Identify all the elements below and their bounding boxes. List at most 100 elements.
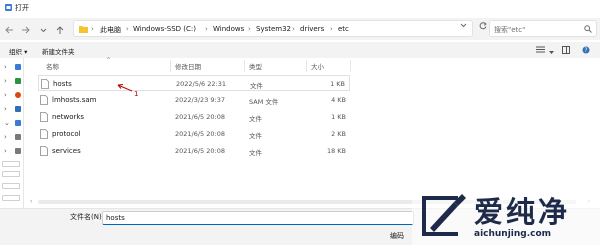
breadcrumb-windows[interactable]: Windows <box>213 25 244 33</box>
address-dropdown-chevron-icon[interactable] <box>460 22 467 30</box>
title-bar: 打开 <box>0 0 600 16</box>
breadcrumb-drivers[interactable]: drivers <box>300 25 324 33</box>
column-divider[interactable] <box>306 60 307 72</box>
nav-expand-chevron-icon[interactable]: › <box>4 105 7 113</box>
file-modified: 2021/6/5 20:08 <box>175 113 225 121</box>
file-icon <box>40 129 48 141</box>
file-row-services[interactable]: services 2021/6/5 20:08 文件 18 KB <box>38 143 350 159</box>
nav-expand-chevron-icon[interactable]: › <box>4 63 7 71</box>
recent-locations-chevron-icon[interactable] <box>37 24 49 36</box>
file-size: 1 KB <box>330 80 345 88</box>
file-icon <box>40 112 48 124</box>
nav-scroll-arrow[interactable] <box>2 171 20 177</box>
file-size: 1 KB <box>331 113 346 121</box>
file-icon <box>40 95 48 107</box>
file-modified: 2022/5/6 22:31 <box>176 80 226 88</box>
file-icon <box>41 79 49 91</box>
file-size: 4 KB <box>331 96 346 104</box>
nav-expand-chevron-icon[interactable]: › <box>4 147 7 155</box>
nav-item-icon[interactable] <box>15 120 21 126</box>
nav-item-icon[interactable] <box>15 148 21 154</box>
column-divider[interactable] <box>350 60 351 72</box>
watermark-logo-icon <box>422 194 466 236</box>
help-icon[interactable]: ? <box>582 46 590 56</box>
file-name: lmhosts.sam <box>52 96 97 104</box>
file-type: 文件 <box>250 82 263 90</box>
app-icon <box>5 4 12 13</box>
breadcrumb-separator: › <box>91 25 94 33</box>
file-name: services <box>52 147 81 155</box>
up-arrow-icon[interactable] <box>54 24 66 36</box>
nav-item-icon[interactable] <box>15 78 21 84</box>
sort-ascending-icon: ^ <box>106 57 112 64</box>
column-header-name[interactable]: 名称 <box>46 61 59 71</box>
address-bar[interactable]: › 此电脑 › Windows-SSD (C:) › Windows › Sys… <box>73 20 473 37</box>
navigation-pane: › › › › ⌄ › › <box>0 58 24 208</box>
nav-scroll-arrow[interactable] <box>2 161 20 167</box>
file-name: hosts <box>53 80 72 88</box>
file-row-networks[interactable]: networks 2021/6/5 20:08 文件 1 KB <box>38 109 350 125</box>
filename-label: 文件名(N): <box>70 213 105 221</box>
file-icon <box>40 146 48 158</box>
file-type: 文件 <box>249 132 262 140</box>
breadcrumb-separator: › <box>248 25 251 33</box>
breadcrumb-system32[interactable]: System32 <box>256 25 291 33</box>
nav-expand-chevron-icon[interactable]: › <box>4 91 7 99</box>
nav-item-icon[interactable] <box>15 92 21 98</box>
nav-expand-chevron-icon[interactable]: › <box>4 133 7 141</box>
filename-input[interactable]: hosts <box>102 211 414 225</box>
breadcrumb-this-pc[interactable]: 此电脑 <box>100 25 121 35</box>
window-title: 打开 <box>15 4 29 12</box>
file-type: 文件 <box>249 115 262 123</box>
column-header-size[interactable]: 大小 <box>311 61 324 71</box>
encoding-label: 编码 <box>390 232 404 240</box>
column-divider[interactable] <box>170 60 171 72</box>
navigation-bar: › 此电脑 › Windows-SSD (C:) › Windows › Sys… <box>0 18 600 40</box>
search-icon[interactable] <box>584 25 592 35</box>
command-bar: 组织 ▾ 新建文件夹 ? <box>0 42 600 58</box>
file-name: networks <box>52 113 85 121</box>
breadcrumb-separator: › <box>126 25 129 33</box>
nav-item-icon[interactable] <box>15 64 21 70</box>
file-size: 2 KB <box>331 130 346 138</box>
file-name: protocol <box>52 130 81 138</box>
breadcrumb-drive[interactable]: Windows-SSD (C:) <box>133 25 196 33</box>
file-row-hosts[interactable]: hosts 2022/5/6 22:31 文件 1 KB <box>38 75 350 91</box>
refresh-icon[interactable] <box>479 22 487 32</box>
nav-scroll-arrow[interactable] <box>2 183 20 189</box>
svg-text:?: ? <box>584 47 587 54</box>
file-row-protocol[interactable]: protocol 2021/6/5 20:08 文件 2 KB <box>38 126 350 142</box>
nav-item-icon[interactable] <box>15 134 21 140</box>
annotation-marker: 1 <box>134 90 139 98</box>
file-row-lmhosts[interactable]: lmhosts.sam 2022/3/23 9:37 SAM 文件 4 KB <box>38 92 350 108</box>
search-placeholder: 搜索"etc" <box>494 26 526 34</box>
preview-pane-icon[interactable] <box>562 46 570 56</box>
back-arrow-icon[interactable] <box>3 24 15 36</box>
breadcrumb-separator: › <box>330 25 333 33</box>
file-type: SAM 文件 <box>249 98 279 106</box>
search-input[interactable]: 搜索"etc" <box>489 20 597 37</box>
new-folder-button[interactable]: 新建文件夹 <box>42 46 75 56</box>
view-options-icon[interactable] <box>536 46 545 55</box>
file-modified: 2022/3/23 9:37 <box>175 96 225 104</box>
view-dropdown-chevron-icon[interactable] <box>549 48 554 56</box>
breadcrumb-separator: › <box>205 25 208 33</box>
breadcrumb-etc[interactable]: etc <box>338 25 349 33</box>
scroll-left-icon[interactable]: ‹ <box>30 198 32 205</box>
breadcrumb-separator: › <box>292 25 295 33</box>
file-type: 文件 <box>249 149 262 157</box>
forward-arrow-icon[interactable] <box>19 24 31 36</box>
nav-expand-chevron-icon[interactable]: ⌄ <box>4 119 10 127</box>
watermark-url: aichunjing.com <box>474 229 552 239</box>
watermark: 爱纯净 aichunjing.com <box>412 186 600 245</box>
nav-expand-chevron-icon[interactable]: › <box>4 77 7 85</box>
column-divider[interactable] <box>244 60 245 72</box>
column-header-modified[interactable]: 修改日期 <box>175 61 201 71</box>
organize-menu-button[interactable]: 组织 ▾ <box>9 46 27 56</box>
nav-item-icon[interactable] <box>15 106 21 112</box>
folder-icon <box>79 25 88 35</box>
file-size: 18 KB <box>326 147 346 155</box>
nav-scroll-arrow[interactable] <box>2 195 20 201</box>
column-header-type[interactable]: 类型 <box>249 61 262 71</box>
file-modified: 2021/6/5 20:08 <box>175 130 225 138</box>
